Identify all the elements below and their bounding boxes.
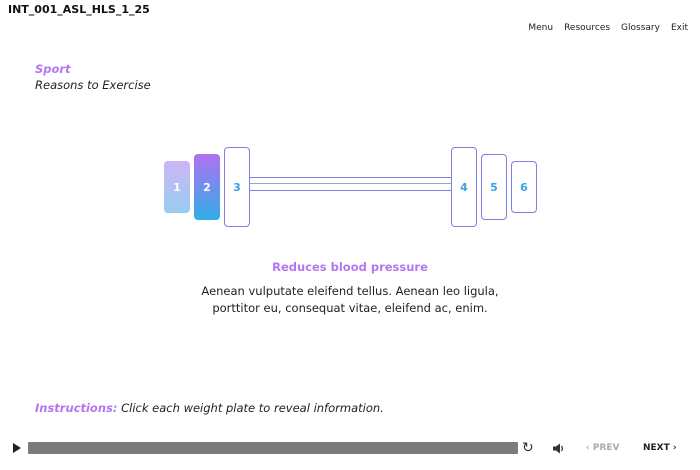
playback-controls: ↻ ‹ PREV NEXT ›	[0, 437, 700, 461]
replay-icon[interactable]: ↻	[522, 440, 534, 456]
section-subtitle: Reasons to Exercise	[35, 78, 151, 92]
exit-link[interactable]: Exit	[671, 23, 688, 33]
section-title: Sport	[35, 62, 71, 76]
weight-plate-5[interactable]: 5	[481, 154, 507, 220]
menu-link[interactable]: Menu	[528, 23, 553, 33]
weight-plate-1[interactable]: 1	[164, 161, 190, 213]
weight-plate-6[interactable]: 6	[511, 161, 537, 213]
next-button[interactable]: NEXT ›	[643, 443, 677, 453]
info-body: Aenean vulputate eleifend tellus. Aenean…	[201, 284, 499, 315]
course-id: INT_001_ASL_HLS_1_25	[8, 3, 150, 16]
glossary-link[interactable]: Glossary	[621, 23, 660, 33]
top-navigation: Menu Resources Glossary Exit	[528, 23, 688, 33]
weight-plate-3[interactable]: 3	[224, 147, 250, 227]
weight-plate-2[interactable]: 2	[194, 154, 220, 220]
info-title: Reduces blood pressure	[272, 260, 428, 274]
instructions-label: Instructions:	[35, 401, 118, 415]
instructions: Instructions: Click each weight plate to…	[35, 401, 384, 415]
weight-plate-4[interactable]: 4	[451, 147, 477, 227]
resources-link[interactable]: Resources	[564, 23, 610, 33]
barbell-bar	[249, 177, 452, 191]
prev-button[interactable]: ‹ PREV	[586, 443, 619, 453]
play-icon[interactable]	[13, 443, 21, 453]
volume-icon[interactable]	[553, 443, 565, 454]
instructions-text: Click each weight plate to reveal inform…	[121, 401, 384, 415]
barbell-bar-center-line	[249, 183, 452, 184]
progress-bar[interactable]	[28, 442, 518, 454]
